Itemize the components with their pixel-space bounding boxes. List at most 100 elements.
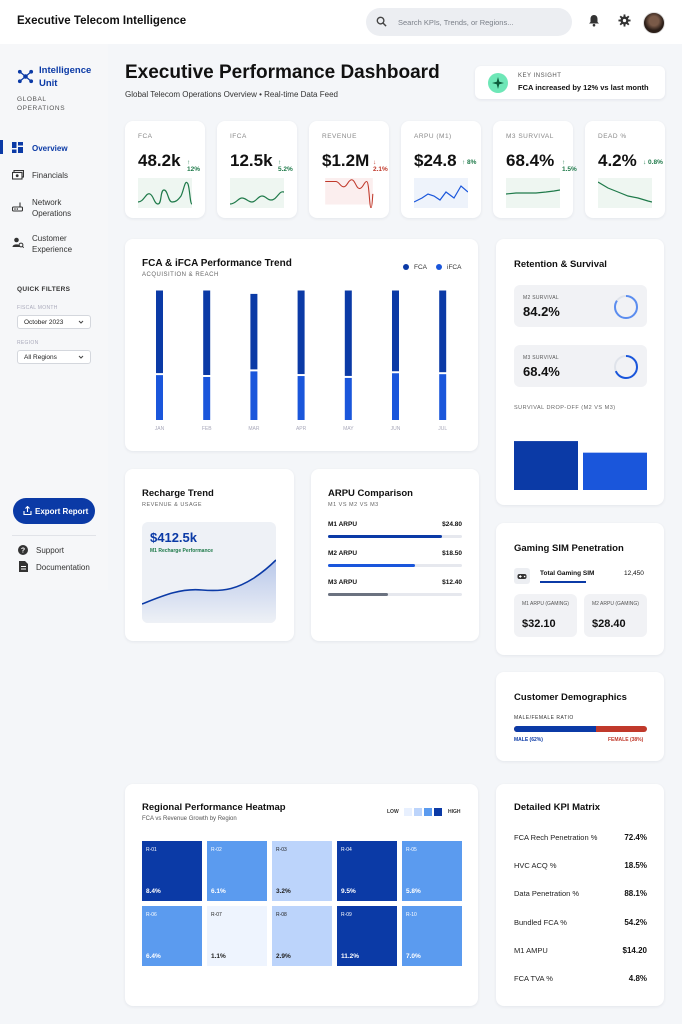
network-logo-icon: [17, 69, 34, 84]
heatmap-cell[interactable]: R-03 3.2%: [272, 841, 332, 901]
fiscal-month-value: October 2023: [24, 319, 64, 326]
search-input[interactable]: [398, 14, 563, 30]
heatmap-cell[interactable]: R-04 9.5%: [337, 841, 397, 901]
kpi-value: 68.4%: [506, 151, 555, 170]
bar-fca-feb[interactable]: [203, 290, 211, 375]
customer-icon: [12, 237, 24, 248]
region-label: R-01: [146, 847, 157, 853]
heatmap-cell[interactable]: R-08 2.9%: [272, 906, 332, 966]
region-label: R-02: [211, 847, 222, 853]
card-title: Retention & Survival: [514, 259, 607, 270]
kpi-delta: ↑ 12%: [187, 159, 201, 173]
gaming-m2-value: $28.40: [592, 618, 626, 630]
chevron-down-icon: [78, 355, 84, 359]
heatmap-legend-swatch: [404, 808, 412, 816]
region-value: 1.1%: [211, 953, 226, 960]
bar-ifca-mar[interactable]: [250, 371, 258, 420]
kpi-card-fca[interactable]: FCA 48.2k ↑ 12%: [125, 121, 205, 218]
heatmap-cell[interactable]: R-09 11.2%: [337, 906, 397, 966]
survival-dropoff-chart: [514, 441, 647, 490]
heatmap-cell[interactable]: R-07 1.1%: [207, 906, 267, 966]
region-label: R-08: [276, 912, 287, 918]
kpi-card-ifca[interactable]: IFCA 12.5k ↑ 5.2%: [217, 121, 297, 218]
search-icon: [376, 16, 387, 27]
bar-fca-mar[interactable]: [250, 293, 258, 370]
matrix-value: 54.2%: [624, 917, 647, 927]
gear-icon[interactable]: [618, 14, 631, 27]
bar-fca-jun[interactable]: [392, 290, 399, 372]
x-tick-label: JUL: [438, 426, 447, 432]
bar-ifca-jul[interactable]: [439, 374, 447, 420]
bar-fca-apr[interactable]: [297, 290, 305, 375]
region-select[interactable]: All Regions: [17, 350, 91, 364]
region-value: 6.4%: [146, 953, 161, 960]
region-label: R-04: [341, 847, 352, 853]
nav-active-indicator: [0, 140, 3, 154]
bar-fca-jan[interactable]: [156, 290, 163, 374]
recharge-panel: $412.5k M1 Recharge Performance: [142, 522, 276, 623]
m3-survival-value: 68.4%: [523, 364, 560, 379]
bar-ifca-jun[interactable]: [392, 373, 399, 420]
gaming-m2-box: M2 ARPU (GAMING) $28.40: [584, 594, 647, 637]
matrix-label: FCA Rech Penetration %: [514, 833, 598, 842]
kpi-sparkline: [325, 178, 374, 208]
heatmap-cell[interactable]: R-01 8.4%: [142, 841, 202, 901]
arpu-label: M3 ARPU: [328, 579, 358, 586]
heatmap-cell[interactable]: R-02 6.1%: [207, 841, 267, 901]
bar-fca-jul[interactable]: [439, 290, 447, 373]
bar-ifca-may[interactable]: [344, 377, 352, 420]
gaming-total-label: Total Gaming SIM: [540, 570, 595, 577]
gaming-total-value: 12,450: [624, 570, 644, 577]
kpi-label: REVENUE: [322, 133, 357, 140]
recharge-value-sub: M1 Recharge Performance: [150, 548, 214, 554]
gender-ratio-bar: [514, 726, 647, 732]
region-value: 7.0%: [406, 953, 421, 960]
sidebar-item-label: Network Operations: [32, 198, 72, 218]
matrix-value: 88.1%: [624, 889, 647, 899]
region-label: R-03: [276, 847, 287, 853]
matrix-label: Bundled FCA %: [514, 917, 567, 927]
heatmap-cell[interactable]: R-05 5.8%: [402, 841, 462, 901]
region-value: 9.5%: [341, 888, 356, 895]
dropoff-bar-m3: [583, 452, 647, 490]
gaming-m1-label: M1 ARPU (GAMING): [522, 601, 569, 607]
bell-icon[interactable]: [588, 14, 600, 27]
kpi-label: M3 SURVIVAL: [506, 133, 554, 140]
bar-ifca-apr[interactable]: [297, 376, 305, 420]
unit-subtitle: GLOBAL OPERATIONS: [17, 96, 66, 112]
arpu-value: $12.40: [442, 579, 462, 586]
matrix-value: $14.20: [622, 945, 647, 955]
matrix-value: 4.8%: [628, 974, 647, 983]
bar-fca-may[interactable]: [344, 290, 352, 376]
kpi-card-dead[interactable]: DEAD % 4.2% ↓ 0.8%: [585, 121, 665, 218]
matrix-label: Data Penetration %: [514, 889, 580, 899]
kpi-sparkline: [598, 178, 652, 208]
search-box[interactable]: [366, 8, 572, 36]
avatar[interactable]: [643, 12, 665, 34]
arpu-label: M2 ARPU: [328, 550, 358, 557]
m3-survival-label: M3 SURVIVAL: [523, 355, 559, 361]
region-label: R-09: [341, 912, 352, 918]
export-icon: [23, 506, 32, 515]
heatmap-cell[interactable]: R-06 6.4%: [142, 906, 202, 966]
bar-ifca-jan[interactable]: [156, 375, 163, 420]
router-icon: [12, 202, 23, 212]
m2-survival-value: 84.2%: [523, 304, 560, 319]
kpi-delta: ↓ 2.1%: [373, 159, 388, 173]
kpi-card-arpu[interactable]: ARPU (M1) $24.8 ↑ 8%: [401, 121, 481, 218]
arpu-bar: [328, 593, 389, 596]
region-value: All Regions: [24, 354, 57, 361]
arpu-label: M1 ARPU: [328, 521, 358, 528]
fiscal-month-select[interactable]: October 2023: [17, 315, 91, 329]
kpi-card-m3-survival[interactable]: M3 SURVIVAL 68.4% ↑ 1.5%: [493, 121, 577, 218]
arpu-track: [328, 593, 462, 596]
ratio-label: MALE/FEMALE RATIO: [514, 715, 574, 721]
bar-ifca-feb[interactable]: [203, 376, 211, 420]
region-label: R-10: [406, 912, 417, 918]
gamepad-icon: [514, 568, 530, 584]
recharge-value: $412.5k: [150, 530, 197, 545]
export-report-button[interactable]: Export Report: [13, 498, 95, 524]
arpu-track: [328, 535, 462, 538]
heatmap-cell[interactable]: R-10 7.0%: [402, 906, 462, 966]
kpi-card-revenue[interactable]: REVENUE $1.2M ↓ 2.1%: [309, 121, 389, 218]
